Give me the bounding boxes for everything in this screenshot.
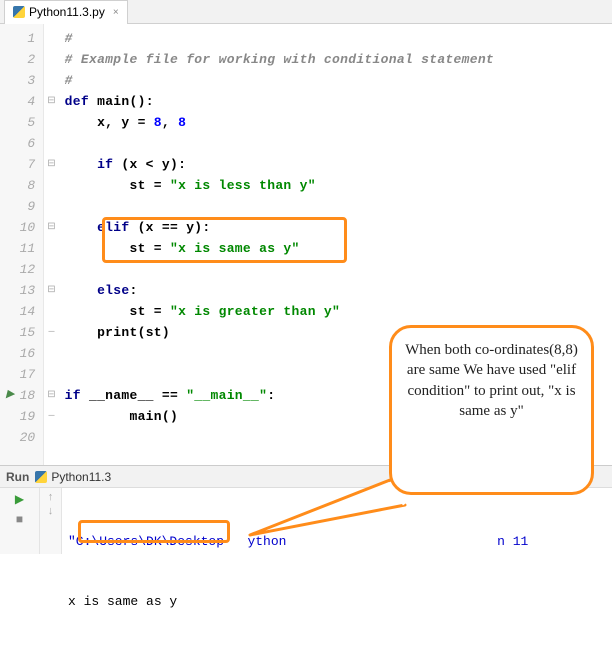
fold-marker[interactable] xyxy=(44,301,58,322)
code-line[interactable]: x, y = 8, 8 xyxy=(65,112,612,133)
line-number: 2 xyxy=(0,49,35,70)
line-number: 3 xyxy=(0,70,35,91)
fold-marker[interactable]: ⊟ xyxy=(44,154,58,175)
fold-marker[interactable] xyxy=(44,238,58,259)
fold-marker[interactable] xyxy=(44,196,58,217)
fold-marker[interactable] xyxy=(44,70,58,91)
line-number-gutter: 123456789101112131415161718▶1920 xyxy=(0,24,44,465)
file-tab-label: Python11.3.py xyxy=(29,5,105,19)
fold-marker[interactable] xyxy=(44,49,58,70)
python-file-icon xyxy=(13,6,25,18)
output-result: x is same as y xyxy=(68,592,528,612)
line-number: 4 xyxy=(0,91,35,112)
line-number: 1 xyxy=(0,28,35,49)
fold-marker[interactable] xyxy=(44,427,58,448)
line-number: 11 xyxy=(0,238,35,259)
fold-marker[interactable]: — xyxy=(44,406,58,427)
fold-marker[interactable]: ⊟ xyxy=(44,217,58,238)
code-line[interactable]: # Example file for working with conditio… xyxy=(65,49,612,70)
code-line[interactable] xyxy=(65,133,612,154)
fold-marker[interactable] xyxy=(44,364,58,385)
run-label: Run xyxy=(6,470,29,484)
line-number: 15 xyxy=(0,322,35,343)
line-number: 20 xyxy=(0,427,35,448)
line-number: 6 xyxy=(0,133,35,154)
fold-column: ⊟⊟⊟⊟—⊟— xyxy=(44,24,58,465)
fold-marker[interactable] xyxy=(44,112,58,133)
code-line[interactable]: # xyxy=(65,28,612,49)
line-number: 9 xyxy=(0,196,35,217)
output-controls: ▶ ■ xyxy=(0,488,40,554)
line-number: 16 xyxy=(0,343,35,364)
fold-marker[interactable] xyxy=(44,28,58,49)
fold-marker[interactable] xyxy=(44,259,58,280)
output-nav: ↑ ↓ xyxy=(40,488,62,554)
code-line[interactable]: st = "x is same as y" xyxy=(65,238,612,259)
fold-marker[interactable]: — xyxy=(44,322,58,343)
callout-text: When both co-ordinates(8,8) are same We … xyxy=(405,342,578,419)
line-number: 10 xyxy=(0,217,35,238)
code-line[interactable]: elif (x == y): xyxy=(65,217,612,238)
code-line[interactable] xyxy=(65,196,612,217)
fold-marker[interactable] xyxy=(44,133,58,154)
line-number: 14 xyxy=(0,301,35,322)
line-number: 17 xyxy=(0,364,35,385)
fold-marker[interactable] xyxy=(44,175,58,196)
line-number: 18▶ xyxy=(0,385,35,406)
python-run-icon xyxy=(35,471,47,483)
fold-marker[interactable]: ⊟ xyxy=(44,91,58,112)
close-tab-icon[interactable]: × xyxy=(113,7,119,18)
code-line[interactable]: def main(): xyxy=(65,91,612,112)
code-line[interactable]: st = "x is less than y" xyxy=(65,175,612,196)
annotation-callout: When both co-ordinates(8,8) are same We … xyxy=(389,325,594,495)
fold-marker[interactable]: ⊟ xyxy=(44,280,58,301)
fold-marker[interactable] xyxy=(44,343,58,364)
code-line[interactable]: else: xyxy=(65,280,612,301)
line-number: 12 xyxy=(0,259,35,280)
tab-bar: Python11.3.py × xyxy=(0,0,612,24)
nav-up-icon[interactable]: ↑ xyxy=(47,492,54,504)
code-line[interactable]: st = "x is greater than y" xyxy=(65,301,612,322)
run-config-tab[interactable]: Python11.3 xyxy=(35,470,111,484)
run-button-icon[interactable]: ▶ xyxy=(15,492,24,507)
stop-button-icon[interactable]: ■ xyxy=(16,513,23,527)
run-line-marker-icon: ▶ xyxy=(6,385,14,406)
line-number: 13 xyxy=(0,280,35,301)
line-number: 19 xyxy=(0,406,35,427)
code-line[interactable] xyxy=(65,259,612,280)
fold-marker[interactable]: ⊟ xyxy=(44,385,58,406)
code-line[interactable]: # xyxy=(65,70,612,91)
line-number: 7 xyxy=(0,154,35,175)
run-config-name: Python11.3 xyxy=(51,470,111,484)
nav-down-icon[interactable]: ↓ xyxy=(47,506,54,518)
file-tab[interactable]: Python11.3.py × xyxy=(4,0,128,24)
code-line[interactable]: if (x < y): xyxy=(65,154,612,175)
line-number: 5 xyxy=(0,112,35,133)
line-number: 8 xyxy=(0,175,35,196)
